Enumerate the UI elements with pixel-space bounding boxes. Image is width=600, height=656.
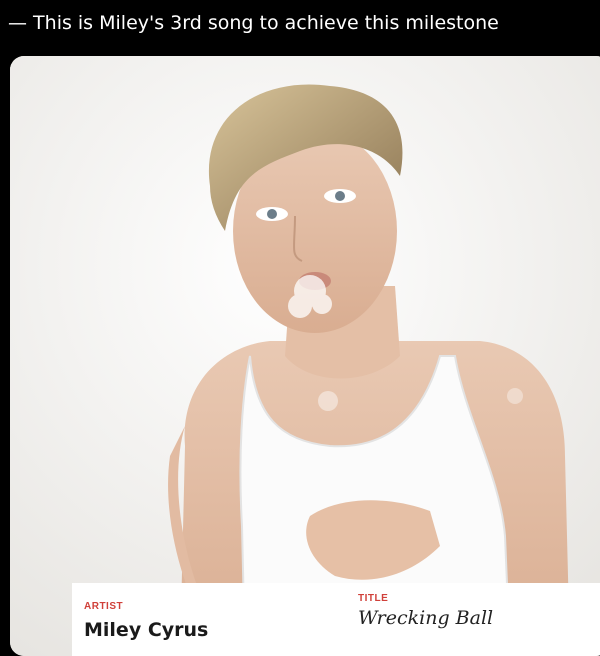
song-title: Wrecking Ball (358, 607, 494, 629)
tweet-caption: — This is Miley's 3rd song to achieve th… (0, 0, 600, 46)
song-info-bar: ARTIST Miley Cyrus TITLE Wrecking Ball (72, 583, 600, 656)
artist-label: ARTIST (84, 601, 124, 612)
artist-name: Miley Cyrus (84, 619, 209, 641)
media-card[interactable]: ARTIST Miley Cyrus TITLE Wrecking Ball (10, 56, 600, 656)
title-label: TITLE (358, 593, 389, 604)
artist-photo (10, 56, 600, 656)
